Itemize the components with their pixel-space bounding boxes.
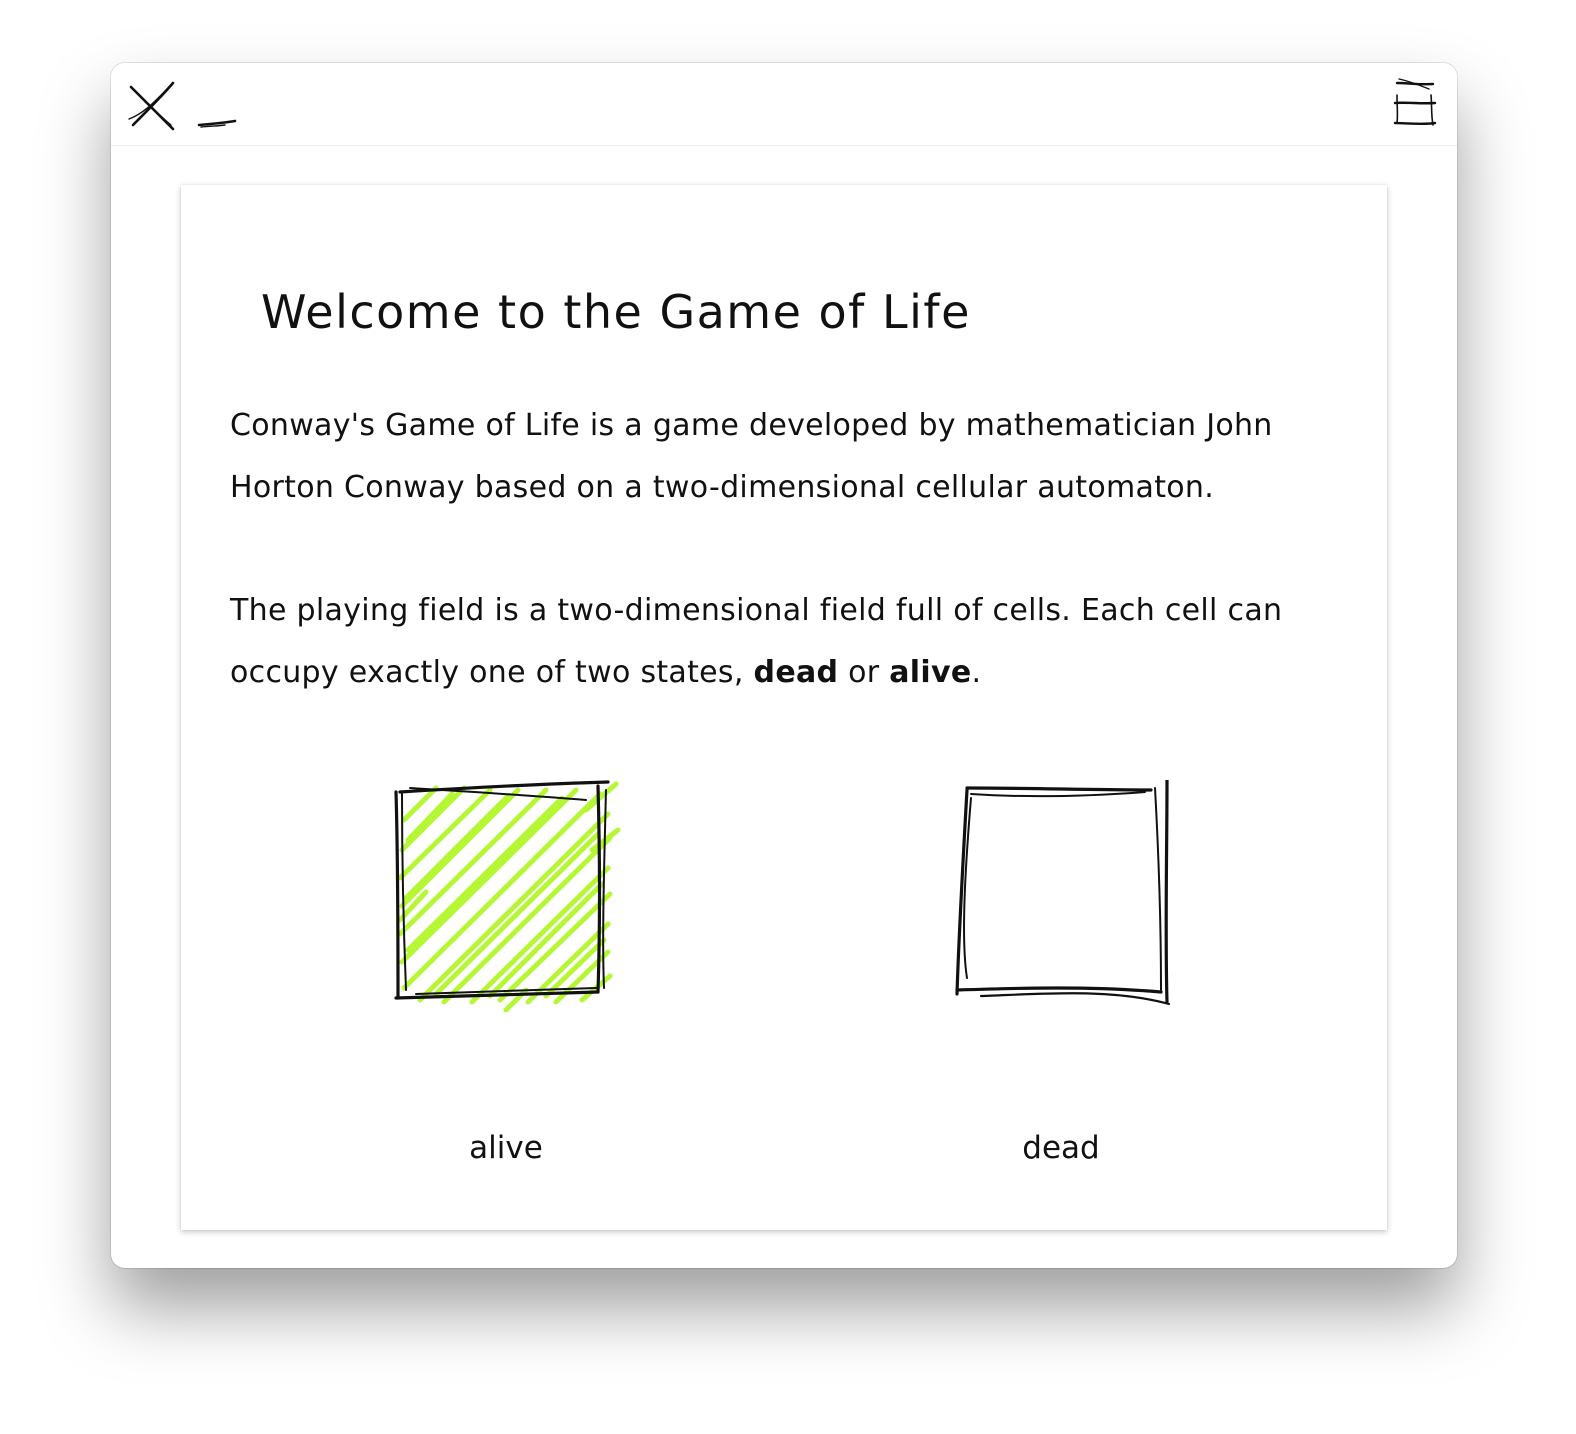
states-paragraph: The playing field is a two-dimensional f… [230, 580, 1340, 704]
minimize-icon [197, 119, 237, 128]
dead-cell [955, 780, 1171, 1006]
period-text: . [971, 655, 982, 690]
alive-label: alive [469, 1130, 543, 1166]
welcome-card: Welcome to the Game of Life Conway's Gam… [181, 185, 1387, 1230]
dead-keyword: dead [753, 655, 839, 690]
intro-paragraph: Conway's Game of Life is a game develope… [230, 408, 1273, 505]
alive-cell [394, 780, 621, 1013]
app-window: Welcome to the Game of Life Conway's Gam… [111, 63, 1457, 1268]
minimize-button[interactable] [195, 105, 241, 133]
close-button[interactable] [125, 79, 179, 133]
close-icon [128, 81, 175, 131]
page-title: Welcome to the Game of Life [261, 285, 971, 339]
alive-keyword: alive [889, 655, 972, 690]
title-bar [111, 63, 1457, 146]
menu-icon [1393, 78, 1437, 126]
or-text: or [838, 655, 890, 690]
menu-button[interactable] [1389, 73, 1443, 131]
dead-label: dead [1022, 1130, 1100, 1166]
